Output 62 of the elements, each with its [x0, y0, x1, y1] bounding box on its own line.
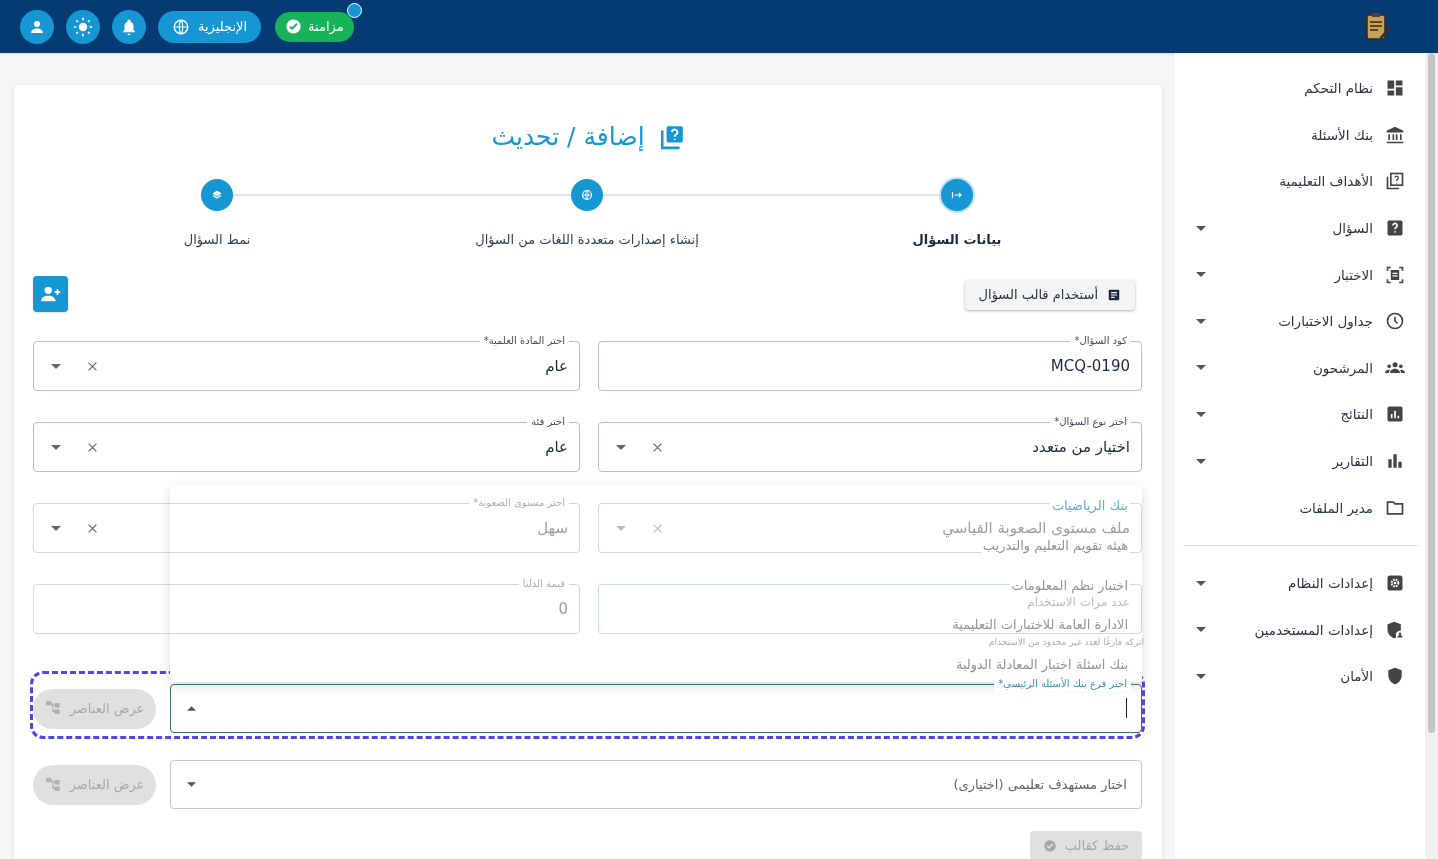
hierarchy-icon	[44, 700, 62, 717]
page-title: إضافة / تحديث	[491, 122, 645, 152]
step-label[interactable]: إنشاء إصدارات متعددة اللغات من السؤال	[475, 230, 699, 250]
caret-icon	[616, 444, 626, 450]
scrollbar[interactable]	[1428, 53, 1435, 733]
book-question-icon	[658, 124, 685, 150]
sidebar-item[interactable]: جداول الاختبارات	[1183, 297, 1405, 345]
globe-icon	[581, 189, 593, 201]
clear-icon	[87, 360, 98, 372]
clear-icon	[652, 522, 663, 534]
document-scan-icon	[1385, 264, 1405, 285]
settings-icon	[1385, 573, 1405, 594]
clear-icon	[652, 441, 663, 453]
bell-icon	[120, 17, 138, 36]
sidebar-item[interactable]: التقارير	[1183, 437, 1405, 485]
notifications-button[interactable]	[112, 9, 146, 44]
field-label: اختر فئة	[527, 415, 569, 429]
document-icon	[1107, 288, 1121, 302]
chart-box-icon	[1385, 404, 1405, 425]
layers-icon	[211, 189, 223, 201]
sidebar-item[interactable]: مدير الملفات	[1183, 484, 1405, 531]
sidebar-item[interactable]: المرشحون	[1183, 344, 1405, 392]
helper-text: اتركه فارغًا لعدد غير محدود من الاستخدام	[988, 637, 1144, 648]
bank-icon	[1385, 124, 1405, 145]
caret-icon	[51, 525, 61, 531]
profile-button[interactable]	[20, 9, 54, 44]
field-label: قيمة الدلتا	[518, 577, 569, 591]
step-label[interactable]: بيانات السؤال	[912, 230, 1002, 250]
sidebar-item[interactable]: إعدادات المستخدمين	[1183, 606, 1405, 654]
question-icon	[1385, 218, 1405, 239]
sidebar-item[interactable]: بنك الأسئلة	[1183, 111, 1405, 159]
sidebar-item[interactable]: السؤال	[1183, 204, 1405, 252]
step-label[interactable]: نمط السؤال	[183, 230, 251, 250]
sidebar-item[interactable]: النتائج	[1183, 391, 1405, 438]
add-user-button[interactable]	[33, 276, 68, 312]
field-label: كود السؤال*	[1070, 334, 1131, 348]
sidebar-item[interactable]: الأهداف التعليمية	[1183, 158, 1405, 205]
book-question-icon	[1385, 171, 1405, 192]
caret-icon	[51, 444, 61, 450]
caret-icon	[616, 525, 626, 531]
clear-icon	[87, 522, 98, 534]
field-label: اختر المادة العلمية*	[479, 334, 569, 348]
check-circle-icon	[1042, 839, 1057, 853]
field-label: اختر مستوى الصعوبة*	[469, 496, 569, 510]
sun-icon	[73, 16, 93, 37]
shield-icon	[1385, 666, 1405, 687]
sidebar-item[interactable]: إعدادات النظام	[1183, 559, 1405, 607]
caret-icon	[51, 363, 61, 369]
sidebar-item[interactable]: نظام التحكم	[1183, 65, 1405, 112]
clear-icon	[87, 441, 98, 453]
globe-icon	[172, 17, 190, 36]
clock-icon	[1385, 311, 1405, 332]
theme-button[interactable]	[66, 9, 100, 44]
arrow-right-bar-icon	[951, 189, 963, 201]
template-button[interactable]: أستخدام قالب السؤال	[964, 280, 1135, 310]
sidebar-item[interactable]: الأمان	[1183, 653, 1405, 700]
dashboard-icon	[1385, 78, 1405, 99]
shield-person-icon	[1385, 619, 1405, 640]
field-label: اختر نوع السؤال*	[1050, 415, 1131, 429]
hierarchy-icon	[44, 776, 62, 794]
check-circle-icon	[285, 18, 303, 35]
sidebar-item[interactable]: الاختبار	[1183, 251, 1405, 298]
